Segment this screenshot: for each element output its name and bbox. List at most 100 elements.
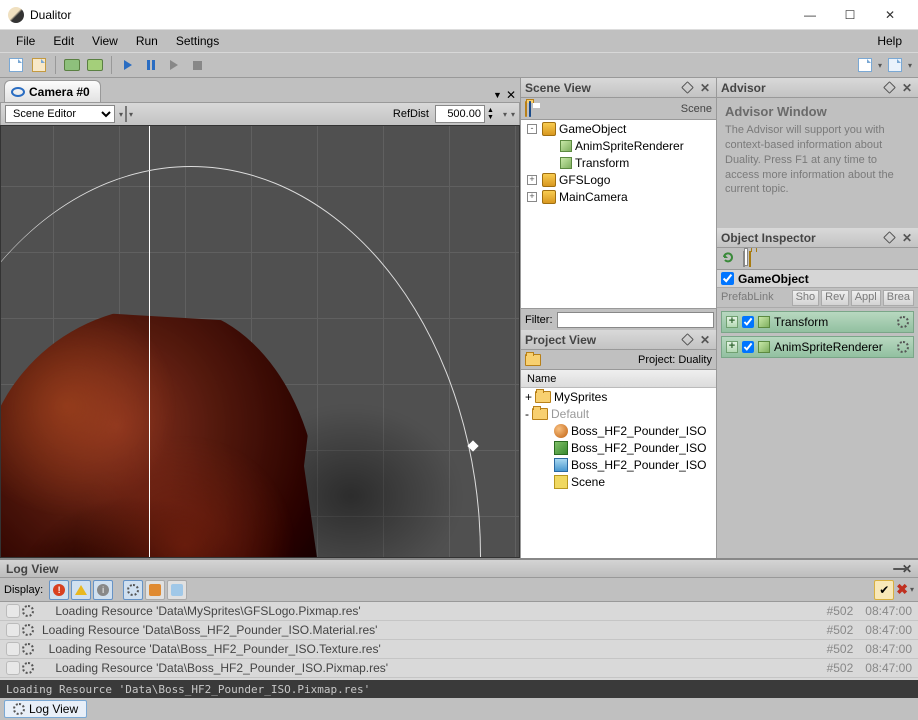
filter-error-icon[interactable]: ! — [49, 580, 69, 600]
component-expand-icon[interactable]: + — [726, 316, 738, 328]
pause-button[interactable] — [141, 55, 161, 75]
refdist-label: RefDist — [389, 108, 433, 120]
tree-row[interactable]: -GameObject — [521, 120, 716, 137]
project-row[interactable]: -Default — [521, 405, 716, 422]
scene-save-icon[interactable] — [529, 102, 531, 116]
insp-copy-icon[interactable] — [743, 252, 745, 266]
log-line[interactable]: Loading Resource 'Data\Boss_HF2_Pounder_… — [0, 621, 918, 640]
tool-right2-icon[interactable] — [885, 55, 905, 75]
prefab-link-row: PrefabLink Sho Rev Appl Brea — [717, 288, 918, 308]
scene-view-close-icon[interactable]: ✕ — [698, 81, 712, 95]
scene-icon — [554, 475, 568, 489]
project-row[interactable]: +MySprites — [521, 388, 716, 405]
component-checkbox[interactable] — [742, 341, 754, 353]
tree-row[interactable]: AnimSpriteRenderer — [521, 137, 716, 154]
gameobject-checkbox[interactable] — [721, 272, 734, 285]
tool-import-icon[interactable] — [62, 55, 82, 75]
log-view-header: Log View ✕ — [0, 560, 918, 578]
log-timestamp: 08:47:00 — [865, 661, 912, 675]
tool-new-icon[interactable] — [6, 55, 26, 75]
refdist-input[interactable] — [435, 105, 485, 123]
component-gear-icon[interactable] — [897, 341, 909, 353]
scene-filter-input[interactable] — [557, 312, 714, 328]
log-accept-icon[interactable]: ✔ — [874, 580, 894, 600]
component-expand-icon[interactable]: + — [726, 341, 738, 353]
expand-toggle[interactable]: - — [525, 407, 529, 421]
project-view-close-icon[interactable]: ✕ — [698, 333, 712, 347]
component-row[interactable]: +Transform — [721, 311, 914, 333]
menu-settings[interactable]: Settings — [168, 32, 227, 50]
component-gear-icon[interactable] — [897, 316, 909, 328]
log-line[interactable]: Loading Resource 'Data\Boss_HF2_Pounder_… — [0, 640, 918, 659]
prefab-show-button[interactable]: Sho — [792, 290, 820, 306]
project-tree[interactable]: Name +MySprites-DefaultBoss_HF2_Pounder_… — [521, 370, 716, 558]
tool-export-icon[interactable] — [85, 55, 105, 75]
prefab-apply-button[interactable]: Appl — [851, 290, 881, 306]
log-message: Loading Resource 'Data\Boss_HF2_Pounder_… — [42, 661, 827, 675]
menu-help[interactable]: Help — [869, 32, 910, 50]
object-inspector-close-icon[interactable]: ✕ — [900, 231, 914, 245]
scene-view-pin-icon[interactable] — [680, 81, 694, 95]
insp-lock-icon[interactable] — [749, 252, 751, 266]
filter-game-icon[interactable] — [167, 580, 187, 600]
expand-toggle[interactable]: + — [525, 390, 532, 404]
scene-new-icon[interactable] — [525, 102, 527, 116]
grid-icon[interactable] — [125, 107, 127, 121]
camera-tab[interactable]: Camera #0 — [4, 80, 101, 102]
tool-right1-icon[interactable] — [855, 55, 875, 75]
menu-run[interactable]: Run — [128, 32, 166, 50]
component-label: AnimSpriteRenderer — [774, 340, 883, 354]
filter-core-icon[interactable] — [123, 580, 143, 600]
disk-icon — [542, 173, 556, 187]
project-row[interactable]: Scene — [521, 473, 716, 490]
menu-file[interactable]: File — [8, 32, 43, 50]
insp-refresh-icon[interactable] — [721, 250, 735, 267]
menu-view[interactable]: View — [84, 32, 126, 50]
window-titlebar: Dualitor — ☐ ✕ — [0, 0, 918, 30]
minimize-button[interactable]: — — [790, 1, 830, 29]
log-view-pin-icon[interactable] — [894, 568, 908, 570]
viewport-canvas[interactable] — [0, 125, 520, 558]
filter-info-icon[interactable]: i — [93, 580, 113, 600]
log-line[interactable]: Loading Resource 'Data\MySprites\GFSLogo… — [0, 602, 918, 621]
log-body[interactable]: Loading Resource 'Data\MySprites\GFSLogo… — [0, 602, 918, 680]
viewport-dropdown-icon[interactable]: ▼ — [493, 90, 502, 100]
component-checkbox[interactable] — [742, 316, 754, 328]
expand-toggle[interactable]: + — [527, 192, 537, 202]
expand-toggle[interactable]: - — [527, 124, 537, 134]
play-button[interactable] — [118, 55, 138, 75]
menu-edit[interactable]: Edit — [45, 32, 82, 50]
prefab-break-button[interactable]: Brea — [883, 290, 914, 306]
editor-mode-select[interactable]: Scene Editor — [5, 105, 115, 123]
expand-toggle[interactable]: + — [527, 175, 537, 185]
component-icon — [758, 341, 770, 353]
filter-warn-icon[interactable] — [71, 580, 91, 600]
project-row[interactable]: Boss_HF2_Pounder_ISO — [521, 456, 716, 473]
advisor-pin-icon[interactable] — [882, 81, 896, 95]
advisor-close-icon[interactable]: ✕ — [900, 81, 914, 95]
scene-tree[interactable]: -GameObjectAnimSpriteRendererTransform+G… — [521, 120, 716, 308]
main-area: Camera #0 ▼ ✕ Scene Editor ▾ ▾ RefDist ▲… — [0, 78, 918, 558]
log-tab[interactable]: Log View — [4, 700, 87, 718]
project-col-name[interactable]: Name — [521, 370, 716, 388]
object-inspector-pin-icon[interactable] — [882, 231, 896, 245]
filter-editor-icon[interactable] — [145, 580, 165, 600]
log-line[interactable]: Loading Resource 'Data\Boss_HF2_Pounder_… — [0, 659, 918, 678]
tree-row[interactable]: +MainCamera — [521, 188, 716, 205]
prefab-revert-button[interactable]: Rev — [821, 290, 849, 306]
tree-row[interactable]: +GFSLogo — [521, 171, 716, 188]
maximize-button[interactable]: ☐ — [830, 1, 870, 29]
refdist-spinner[interactable]: ▲▼ — [487, 107, 499, 121]
project-view-pin-icon[interactable] — [680, 333, 694, 347]
scene-editor-toolbar: Scene Editor ▾ ▾ RefDist ▲▼ ▾ ▾ — [0, 102, 520, 126]
close-button[interactable]: ✕ — [870, 1, 910, 29]
project-row[interactable]: Boss_HF2_Pounder_ISO — [521, 422, 716, 439]
log-clear-icon[interactable]: ✖ — [896, 581, 908, 598]
step-button[interactable] — [164, 55, 184, 75]
stop-button[interactable] — [187, 55, 207, 75]
component-row[interactable]: + AnimSpriteRenderer — [721, 336, 914, 358]
tool-open-icon[interactable] — [29, 55, 49, 75]
project-row[interactable]: Boss_HF2_Pounder_ISO — [521, 439, 716, 456]
viewport-close-icon[interactable]: ✕ — [506, 88, 516, 102]
tree-row[interactable]: Transform — [521, 154, 716, 171]
